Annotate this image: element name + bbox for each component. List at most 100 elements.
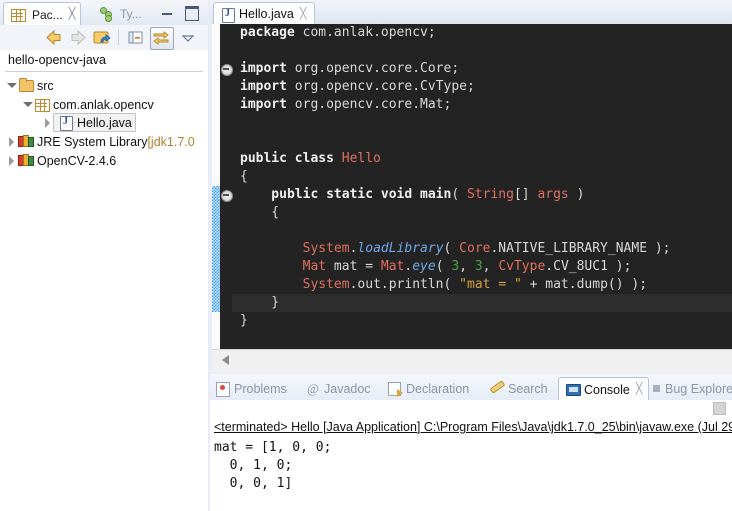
expand-arrow-icon[interactable] [6,80,17,91]
package-explorer-tree[interactable]: hello-opencv-java src com.anlak.opencv H… [0,50,208,511]
code-line[interactable]: public class Hello [232,150,732,168]
link-with-editor-icon[interactable] [151,28,171,47]
eclipse-window: Pac... ╳ Ty... [0,0,732,511]
tree-item-package[interactable]: com.anlak.opencv [22,95,154,114]
code-line[interactable]: Mat mat = Mat.eye( 3, 3, CvType.CV_8UC1 … [232,258,732,276]
bottom-tabrow: Problems @Javadoc Declaration Search Console… [210,374,732,400]
tab-label: Pac... [32,8,63,22]
code-token: Mat [381,259,404,274]
tab-label: Ty... [120,7,142,21]
tab-search[interactable]: Search [488,377,548,400]
code-token: Mat [303,259,326,274]
tab-bug-explorer[interactable]: Bug Explorer [653,377,732,400]
code-token: ( [451,187,467,202]
code-line[interactable]: } [232,312,732,330]
expand-arrow-icon[interactable] [42,117,53,128]
tree-item-hello-java[interactable]: Hello.java [42,113,136,132]
minimize-button[interactable] [160,5,175,19]
tab-problems[interactable]: Problems [214,377,287,400]
editor-overview-gutter[interactable] [212,24,220,350]
tab-type-hierarchy[interactable]: Ty... [92,2,147,25]
close-icon[interactable]: ╳ [69,9,76,20]
code-token: public static void main [240,187,451,202]
tab-declaration[interactable]: Declaration [386,377,469,400]
package-explorer-icon [9,7,26,22]
up-icon[interactable] [92,28,112,47]
tree-item-label: Hello.java [77,116,132,130]
expand-arrow-icon[interactable] [22,99,33,110]
tab-label: Declaration [406,382,469,396]
code-token [240,259,303,274]
code-token: mat = [326,259,381,274]
code-token: import [240,79,295,94]
code-line[interactable] [232,222,732,240]
console-process-header: <terminated> Hello [Java Application] C:… [214,420,732,434]
code-line[interactable]: public static void main( String[] args ) [232,186,732,204]
project-name[interactable]: hello-opencv-java [8,53,106,67]
tab-label: Problems [234,382,287,396]
code-token: args [537,187,568,202]
view-menu-icon[interactable] [178,28,198,47]
code-token: Hello [342,151,381,166]
tab-hello-java[interactable]: Hello.java ╳ [213,2,315,25]
code-line[interactable]: import org.opencv.core.Core; [232,60,732,78]
code-line[interactable]: { [232,168,732,186]
code-line[interactable] [232,132,732,150]
declaration-icon [386,381,403,396]
tab-label: Console [584,383,630,397]
selected-node[interactable]: Hello.java [53,113,136,132]
tree-item-jre-system-library[interactable]: JRE System Library [jdk1.7.0 [6,132,195,151]
expand-arrow-icon[interactable] [6,136,17,147]
code-line[interactable]: System.loadLibrary( Core.NATIVE_LIBRARY_… [232,240,732,258]
code-line[interactable]: { [232,204,732,222]
console-view[interactable]: <terminated> Hello [Java Application] C:… [210,418,732,511]
code-token [240,241,303,256]
code-token: CvType [498,259,545,274]
tab-label: Search [508,382,548,396]
library-icon [17,153,34,168]
library-icon [17,134,34,149]
console-output-line: mat = [1, 0, 0; [214,440,331,455]
tab-console[interactable]: Console ╳ [558,377,649,401]
tree-item-opencv-library[interactable]: OpenCV-2.4.6 [6,151,116,170]
editor-horizontal-scrollbar[interactable] [212,349,732,372]
tab-label: Bug Explorer [665,382,732,396]
console-scrollbar-thumb[interactable] [713,402,726,415]
code-token: { [240,205,279,220]
code-token: System [303,277,350,292]
code-token: Core [459,241,490,256]
tree-item-suffix: [jdk1.7.0 [147,135,194,149]
code-token: 3 [475,259,483,274]
code-line[interactable]: System.out.println( "mat = " + mat.dump(… [232,276,732,294]
code-token: import [240,61,295,76]
close-icon[interactable]: ╳ [300,9,307,20]
console-output-line: 0, 0, 1] [214,476,292,491]
code-line[interactable]: import org.opencv.core.Mat; [232,96,732,114]
scroll-left-arrow-icon[interactable] [222,355,229,365]
expand-arrow-icon[interactable] [6,155,17,166]
maximize-button[interactable] [184,5,199,19]
code-token: 3 [451,259,459,274]
fold-collapse-icon[interactable] [221,64,233,76]
code-token: "mat = " [459,277,522,292]
code-text-area[interactable]: package com.anlak.opencv; import org.open… [232,24,732,350]
back-icon[interactable] [44,28,64,47]
tree-item-src[interactable]: src [6,76,54,95]
collapse-all-icon[interactable] [126,28,146,47]
tab-package-explorer[interactable]: Pac... ╳ [3,2,81,26]
code-line[interactable]: import org.opencv.core.CvType; [232,78,732,96]
toolbar-separator [118,30,119,45]
code-line[interactable]: package com.anlak.opencv; [232,24,732,42]
editor-frame: package com.anlak.opencv; import org.open… [212,24,732,350]
close-icon[interactable]: ╳ [636,384,643,395]
code-line[interactable] [232,114,732,132]
tab-javadoc[interactable]: @Javadoc [304,377,371,400]
code-line[interactable]: } [232,294,732,312]
bottom-panel: Problems @Javadoc Declaration Search Console… [210,374,732,511]
code-line[interactable] [232,42,732,60]
code-token: System [303,241,350,256]
package-icon [33,97,50,112]
method-range-indicator [212,186,220,312]
console-toolstrip [210,400,732,418]
fold-collapse-icon[interactable] [221,190,233,202]
